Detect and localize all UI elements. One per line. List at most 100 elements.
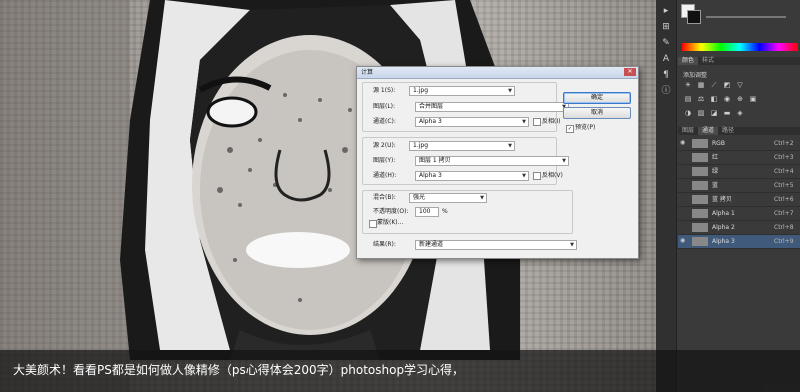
cancel-button[interactable]: 取消 bbox=[563, 107, 631, 119]
channel-row[interactable]: Alpha 2 Ctrl+8 bbox=[678, 221, 800, 235]
background-color-swatch[interactable] bbox=[687, 10, 701, 24]
channel-thumbnail bbox=[692, 153, 708, 162]
brightness-icon[interactable]: ☀ bbox=[684, 82, 692, 89]
chevron-down-icon: ▼ bbox=[562, 158, 566, 164]
caption-text: 大美颜术！看看PS都是如何做人像精修（ps心得体会200字）photoshop学… bbox=[13, 363, 465, 377]
info-icon[interactable]: ⓘ bbox=[660, 86, 672, 96]
channel1-value: Alpha 3 bbox=[419, 118, 442, 125]
channel-thumbnail bbox=[692, 195, 708, 204]
channel-row[interactable]: ◉ RGB Ctrl+2 bbox=[678, 137, 800, 151]
character-icon[interactable]: A bbox=[660, 54, 672, 64]
selective-color-icon[interactable]: ◈ bbox=[736, 110, 744, 117]
posterize-icon[interactable]: ▨ bbox=[697, 110, 705, 117]
result-label: 结果(R): bbox=[373, 241, 396, 248]
channel2-select[interactable]: Alpha 3 ▼ bbox=[415, 171, 529, 181]
visibility-eye-icon[interactable] bbox=[680, 181, 687, 188]
caption-bar: 大美颜术！看看PS都是如何做人像精修（ps心得体会200字）photoshop学… bbox=[0, 350, 800, 392]
color-slider[interactable] bbox=[706, 16, 786, 18]
color-lookup-icon[interactable]: ▣ bbox=[749, 96, 757, 103]
opacity-label: 不透明度(O): bbox=[373, 208, 409, 215]
preview-checkbox[interactable]: ✓ bbox=[566, 125, 574, 133]
layer1-select[interactable]: 合并图层▼ bbox=[415, 102, 569, 112]
channel-name: Alpha 1 bbox=[712, 210, 735, 217]
chevron-down-icon: ▼ bbox=[480, 195, 484, 201]
channel-shortcut: Ctrl+2 bbox=[774, 140, 794, 147]
channel-shortcut: Ctrl+9 bbox=[774, 238, 794, 245]
channel-row-selected[interactable]: ◉ Alpha 3 Ctrl+9 bbox=[678, 235, 800, 249]
brush-preset-icon[interactable]: ✎ bbox=[660, 38, 672, 48]
layer1-value: 合并图层 bbox=[419, 103, 444, 110]
visibility-eye-icon[interactable] bbox=[680, 209, 687, 216]
color-spectrum[interactable] bbox=[682, 43, 798, 51]
opacity-unit: % bbox=[442, 208, 448, 215]
history-icon[interactable]: ⊞ bbox=[660, 22, 672, 32]
color-style-tabs: 颜色 样式 bbox=[678, 57, 800, 65]
invert-icon[interactable]: ◑ bbox=[684, 110, 692, 117]
tab-paths[interactable]: 路径 bbox=[718, 127, 738, 135]
channel-shortcut: Ctrl+6 bbox=[774, 196, 794, 203]
levels-icon[interactable]: ▦ bbox=[697, 82, 705, 89]
result-select[interactable]: 新建通道 ▼ bbox=[415, 240, 577, 250]
threshold-icon[interactable]: ◪ bbox=[710, 110, 718, 117]
channel-mixer-icon[interactable]: ⊕ bbox=[736, 96, 744, 103]
vibrance-icon[interactable]: ▽ bbox=[736, 82, 744, 89]
mask-label[interactable]: 蒙版(K)... bbox=[377, 219, 403, 227]
paragraph-icon[interactable]: ¶ bbox=[660, 70, 672, 80]
hue-saturation-icon[interactable]: ▤ bbox=[684, 96, 692, 103]
layer1-label: 图层(L): bbox=[373, 103, 396, 110]
close-icon[interactable]: ✕ bbox=[624, 68, 636, 76]
tab-channels[interactable]: 通道 bbox=[698, 127, 719, 135]
channel-row[interactable]: 蓝 拷贝 Ctrl+6 bbox=[678, 193, 800, 207]
channel-shortcut: Ctrl+4 bbox=[774, 168, 794, 175]
channel-shortcut: Ctrl+3 bbox=[774, 154, 794, 161]
opacity-input[interactable]: 100 bbox=[415, 207, 439, 217]
chevron-down-icon: ▼ bbox=[522, 119, 526, 125]
channel1-select[interactable]: Alpha 3 ▼ bbox=[415, 117, 529, 127]
dialog-titlebar[interactable]: 计算 bbox=[357, 67, 638, 79]
channel-thumbnail bbox=[692, 181, 708, 190]
ok-button[interactable]: 确定 bbox=[563, 92, 631, 104]
chevron-down-icon: ▼ bbox=[508, 143, 512, 149]
curves-icon[interactable]: ⟋ bbox=[710, 82, 718, 89]
channel-name: RGB bbox=[712, 140, 725, 147]
photo-filter-icon[interactable]: ◉ bbox=[723, 96, 731, 103]
invert1-label: 反相(I) bbox=[542, 118, 561, 125]
source1-label: 源 1(S): bbox=[373, 87, 396, 94]
mask-checkbox[interactable] bbox=[369, 220, 377, 228]
tab-styles[interactable]: 样式 bbox=[698, 57, 718, 65]
channel-row[interactable]: 红 Ctrl+3 bbox=[678, 151, 800, 165]
invert1-checkbox[interactable] bbox=[533, 118, 541, 126]
blend-value: 强光 bbox=[413, 194, 426, 201]
color-balance-icon[interactable]: ⚖ bbox=[697, 96, 705, 103]
visibility-eye-icon[interactable] bbox=[680, 167, 687, 174]
channel-row[interactable]: Alpha 1 Ctrl+7 bbox=[678, 207, 800, 221]
layers-channels-tabs: 图层 通道 路径 bbox=[678, 127, 800, 135]
gradient-map-icon[interactable]: ▬ bbox=[723, 110, 731, 117]
visibility-eye-icon[interactable] bbox=[680, 223, 687, 230]
channel-row[interactable]: 绿 Ctrl+4 bbox=[678, 165, 800, 179]
channel-row[interactable]: 蓝 Ctrl+5 bbox=[678, 179, 800, 193]
source2-select[interactable]: 1.jpg ▼ bbox=[409, 141, 515, 151]
black-white-icon[interactable]: ◧ bbox=[710, 96, 718, 103]
tab-color[interactable]: 颜色 bbox=[678, 57, 699, 65]
blend-select[interactable]: 强光 ▼ bbox=[409, 193, 487, 203]
visibility-eye-icon[interactable]: ◉ bbox=[680, 237, 687, 244]
channel-shortcut: Ctrl+5 bbox=[774, 182, 794, 189]
visibility-eye-icon[interactable]: ◉ bbox=[680, 139, 687, 146]
source2-label: 源 2(U): bbox=[373, 142, 396, 149]
tab-layers[interactable]: 图层 bbox=[678, 127, 698, 135]
channel2-label: 通道(H): bbox=[373, 172, 397, 179]
panel-toggle-icon[interactable]: ▸ bbox=[660, 6, 672, 16]
channel-name: 绿 bbox=[712, 168, 719, 175]
layer2-select[interactable]: 图层 1 拷贝 ▼ bbox=[415, 156, 569, 166]
visibility-eye-icon[interactable] bbox=[680, 153, 687, 160]
invert2-checkbox[interactable] bbox=[533, 172, 541, 180]
layer2-value: 图层 1 拷贝 bbox=[419, 157, 451, 164]
opacity-value: 100 bbox=[419, 208, 431, 215]
visibility-eye-icon[interactable] bbox=[680, 195, 687, 202]
source1-select[interactable]: 1.jpg ▼ bbox=[409, 86, 515, 96]
channel2-value: Alpha 3 bbox=[419, 172, 442, 179]
chevron-down-icon: ▼ bbox=[570, 242, 574, 248]
exposure-icon[interactable]: ◩ bbox=[723, 82, 731, 89]
channel-thumbnail bbox=[692, 237, 708, 246]
